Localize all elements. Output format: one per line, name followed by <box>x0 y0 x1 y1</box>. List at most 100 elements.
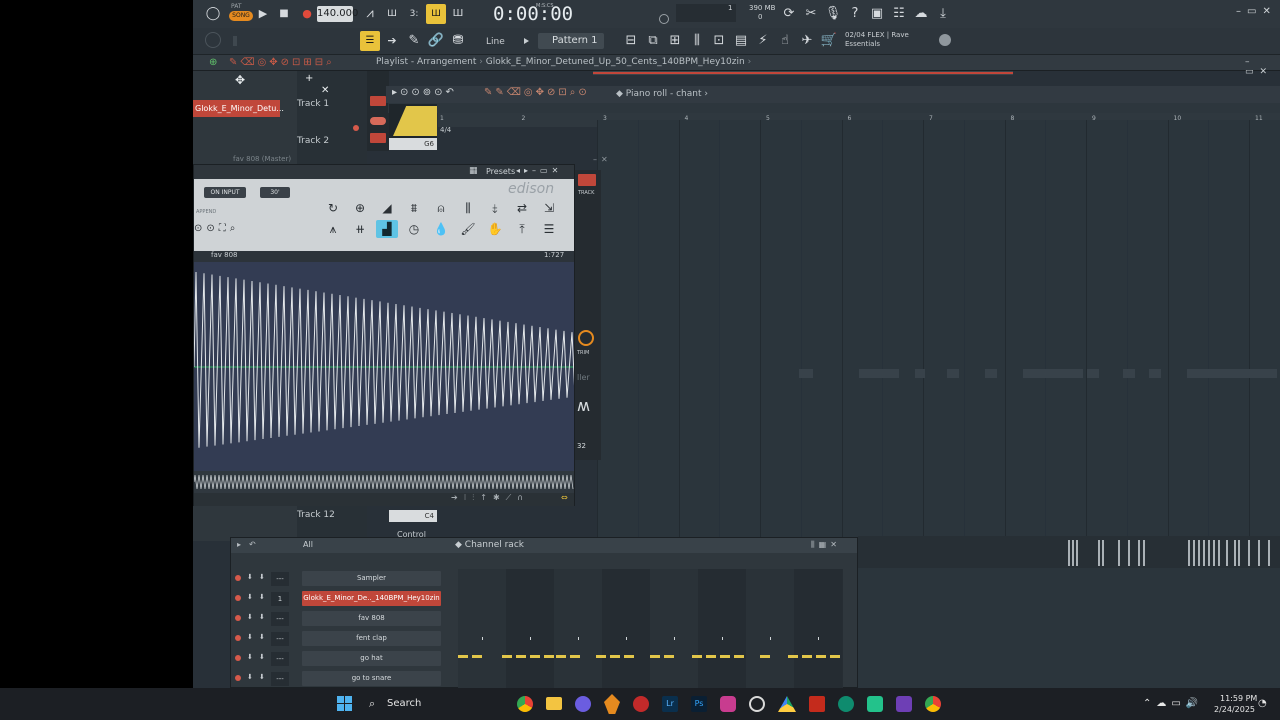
start-icon[interactable] <box>337 696 353 712</box>
browser-icon[interactable]: ▤ <box>731 31 751 51</box>
link-icon[interactable]: 🔗 <box>426 31 446 51</box>
hat-step[interactable] <box>816 655 826 658</box>
clap-step[interactable] <box>722 637 723 640</box>
velocity-bar[interactable] <box>1198 540 1200 566</box>
settings-icon[interactable]: ☰ <box>538 220 560 238</box>
channel-led-icon[interactable] <box>235 655 241 661</box>
rack-window-controls[interactable]: ⫼▦✕ <box>811 540 841 550</box>
velocity-bar[interactable] <box>1208 540 1210 566</box>
velocity-bar[interactable] <box>1188 540 1190 566</box>
clap-step[interactable] <box>626 637 627 640</box>
presets-label[interactable]: Presets <box>486 167 515 176</box>
snap-mode-value[interactable]: Line <box>486 37 505 47</box>
piano-roll-grid[interactable] <box>597 120 1280 540</box>
touch-icon[interactable]: ☝ <box>775 31 795 51</box>
edison-resize-icon[interactable]: ⇔ <box>561 493 568 502</box>
playlist-tools-icon[interactable]: ✎⌫◎✥⊘⊡⊞⊟⌕ <box>229 57 335 68</box>
snap-icon[interactable]: ☰ <box>360 31 380 51</box>
channel-led-icon[interactable] <box>235 615 241 621</box>
slice-icon[interactable]: ⧺ <box>349 220 371 238</box>
velocity-bar[interactable] <box>1118 540 1120 566</box>
channel-rack-icon[interactable]: ⊞ <box>665 31 685 51</box>
clock-icon[interactable]: ◷ <box>403 220 425 238</box>
discord-icon[interactable] <box>575 696 591 712</box>
channel-mixer-number[interactable]: --- <box>271 632 289 646</box>
channel-led-icon[interactable] <box>235 575 241 581</box>
master-volume-knob[interactable] <box>205 32 221 48</box>
mixer-icon[interactable]: ☷ <box>889 4 909 24</box>
velocity-bar[interactable] <box>1068 540 1070 566</box>
rack-arrow-icons[interactable]: ▸↶ <box>237 540 264 549</box>
arrow-icon[interactable]: ➔ <box>382 31 402 51</box>
channel-vol-icon[interactable]: ⬇ <box>259 573 265 581</box>
hat-step[interactable] <box>692 655 702 658</box>
edison-window-controls[interactable]: ◂▸–▭✕ <box>516 166 562 175</box>
pencil-icon[interactable]: ✎ <box>404 31 424 51</box>
play-icon[interactable]: ▶ <box>253 4 273 24</box>
channel-led-icon[interactable] <box>235 675 241 681</box>
taskbar-search[interactable]: ⌕ Search <box>365 694 505 714</box>
taskbar-date[interactable]: 2/24/2025 <box>1214 705 1255 714</box>
track-1-label[interactable]: Track 1 <box>297 99 329 109</box>
presets-grid-icon[interactable]: ▦ <box>469 166 478 176</box>
channel-name-button[interactable]: fent clap <box>302 631 441 646</box>
loop-record-icon[interactable]: Ш <box>426 4 446 24</box>
help-icon[interactable]: ? <box>845 4 865 24</box>
tempo-display[interactable]: 140.000 <box>317 6 358 22</box>
eq-icon[interactable]: ⫼ <box>457 199 479 217</box>
channel-pan-icon[interactable]: ⬇ <box>247 573 253 581</box>
picker-plus-icon[interactable]: + <box>305 73 313 84</box>
song-mode-toggle[interactable]: SONG <box>229 11 253 21</box>
hat-step[interactable] <box>664 655 674 658</box>
channel-name-button[interactable]: fav 808 <box>302 611 441 626</box>
channel-pan-icon[interactable]: ⬇ <box>247 613 253 621</box>
piano-roll-icon[interactable]: ⊡ <box>709 31 729 51</box>
hat-step[interactable] <box>516 655 526 658</box>
brush-icon[interactable]: 🖌 <box>457 220 479 238</box>
magnet-icon[interactable]: ⊕ <box>209 57 217 68</box>
notes-icon[interactable] <box>896 696 912 712</box>
channel-pan-icon[interactable]: ⬇ <box>247 673 253 681</box>
drive-icon[interactable] <box>778 696 796 712</box>
mixer-toolbar-icon[interactable]: ⫼ <box>687 31 707 51</box>
notification-icon[interactable]: ◔ <box>1258 698 1267 709</box>
velocity-bar[interactable] <box>1248 540 1250 566</box>
trim-knob[interactable] <box>578 330 594 346</box>
stop-icon[interactable]: ■ <box>274 4 294 24</box>
pattern-selector[interactable]: Pattern 1 <box>538 33 604 49</box>
pat-label[interactable]: PAT <box>231 3 242 10</box>
track-button[interactable] <box>578 174 596 186</box>
channel-name-button[interactable]: go hat <box>302 651 441 666</box>
tray-icons[interactable]: ⌃☁▭🔊 <box>1143 698 1203 709</box>
loop-icon[interactable]: ↻ <box>322 199 344 217</box>
channel-vol-icon[interactable]: ⬇ <box>259 653 265 661</box>
taskbar-time[interactable]: 11:59 PM <box>1220 694 1257 703</box>
menu-icon[interactable]: ◯ <box>203 4 223 24</box>
velocity-bar[interactable] <box>1268 540 1270 566</box>
channel-led-icon[interactable] <box>235 595 241 601</box>
velocity-bar[interactable] <box>1076 540 1078 566</box>
velocity-bar[interactable] <box>1102 540 1104 566</box>
velocity-bar[interactable] <box>1098 540 1100 566</box>
reverse-icon[interactable]: ⇄ <box>511 199 533 217</box>
edison-zoom-icons[interactable]: ⊙⊙⛶⌕ <box>194 223 239 234</box>
channel-mixer-number[interactable]: --- <box>271 572 289 586</box>
velocity-bar[interactable] <box>1226 540 1228 566</box>
channel-mixer-number[interactable]: 1 <box>271 592 289 606</box>
record-icon[interactable]: ● <box>297 4 317 24</box>
clap-step[interactable] <box>674 637 675 640</box>
fade-icon[interactable]: ◢ <box>376 199 398 217</box>
channel-pan-icon[interactable]: ⬇ <box>247 633 253 641</box>
hat-step[interactable] <box>720 655 730 658</box>
chat-icon[interactable]: ☁ <box>911 4 931 24</box>
hat-step[interactable] <box>760 655 770 658</box>
cloud-icon[interactable]: ✈ <box>797 31 817 51</box>
drag-icon[interactable]: ✋ <box>484 220 506 238</box>
pattern-arrow-icon[interactable] <box>524 38 529 44</box>
channel-vol-icon[interactable]: ⬇ <box>259 613 265 621</box>
channel-led-icon[interactable] <box>235 635 241 641</box>
hat-step[interactable] <box>502 655 512 658</box>
hat-step[interactable] <box>556 655 566 658</box>
burn-icon[interactable]: ⩩ <box>403 199 425 217</box>
countdown-icon[interactable]: 3: <box>404 4 424 24</box>
